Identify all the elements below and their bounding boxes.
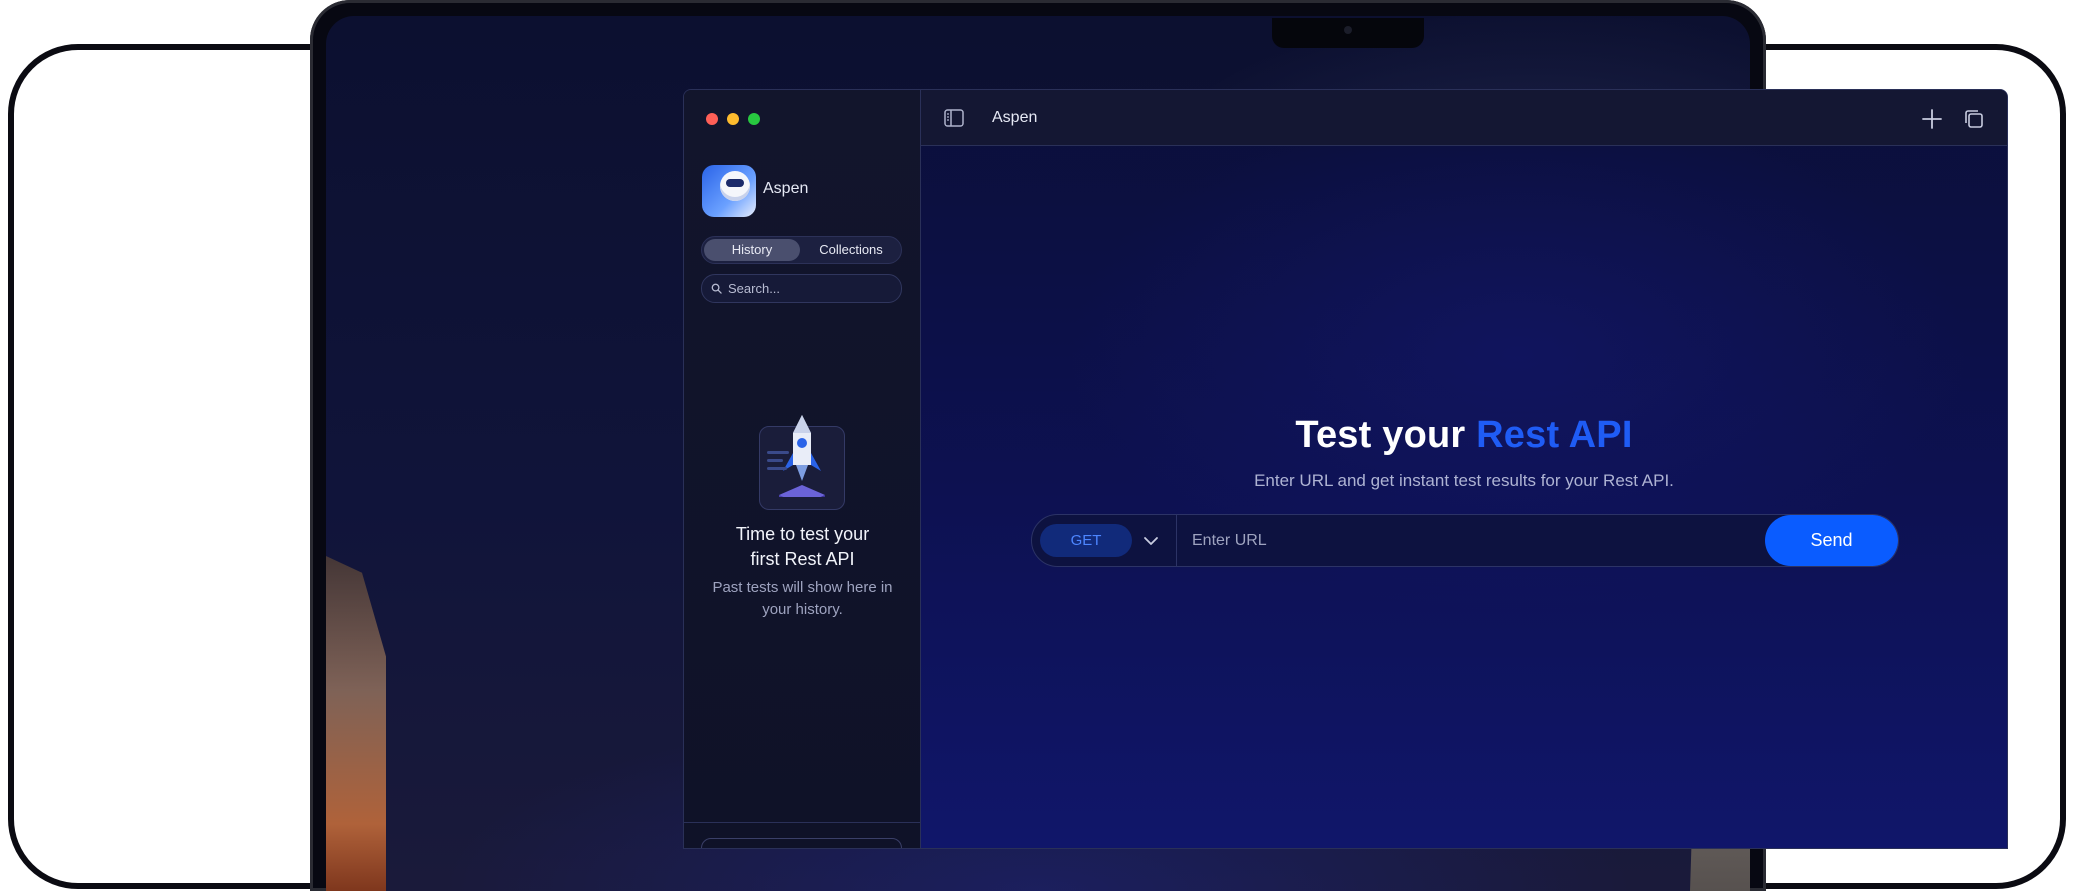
sidebar-tabs: History Collections — [701, 236, 902, 264]
app-logo-icon — [702, 165, 756, 217]
request-bar: GET Send — [1031, 514, 1899, 567]
tab-history[interactable]: History — [704, 239, 800, 261]
hero-title: Test your Rest API — [921, 414, 2007, 457]
zoom-window-button[interactable] — [748, 113, 760, 125]
hero-subtitle: Enter URL and get instant test results f… — [1254, 471, 1674, 490]
empty-state-title: Time to test your first Rest API — [735, 524, 870, 569]
toolbar: Aspen — [921, 90, 2007, 146]
windows-icon[interactable] — [1963, 108, 1985, 130]
empty-state-subtitle: Past tests will show here in your histor… — [712, 579, 893, 618]
minimize-window-button[interactable] — [727, 113, 739, 125]
sidebar-toggle-icon[interactable] — [944, 109, 964, 127]
window-title: Aspen — [992, 109, 1038, 126]
method-divider — [1176, 515, 1177, 566]
main-panel: Aspen Test your Rest API Enter URL and g… — [921, 90, 2007, 848]
method-select[interactable]: GET — [1040, 524, 1132, 557]
tab-collections[interactable]: Collections — [802, 239, 900, 261]
camera-icon — [1344, 26, 1352, 34]
rocket-illustration — [759, 415, 845, 510]
laptop-frame: Aspen History Collections Search... Time… — [310, 0, 2008, 891]
send-button[interactable]: Send — [1765, 515, 1898, 566]
stage: Aspen History Collections Search... Time… — [0, 0, 2076, 891]
sidebar-footer-button[interactable] — [701, 838, 902, 848]
search-icon — [711, 283, 722, 294]
url-input[interactable] — [1192, 515, 1762, 566]
rocket-icon — [767, 415, 825, 497]
search-input[interactable] — [728, 275, 898, 302]
search-box — [701, 274, 902, 303]
sidebar: Aspen History Collections Search... Time… — [684, 90, 921, 848]
wallpaper-rock-left — [326, 556, 386, 891]
plus-icon[interactable] — [1921, 108, 1943, 130]
close-window-button[interactable] — [706, 113, 718, 125]
sidebar-divider — [684, 822, 921, 823]
hero-title-prefix: Test your — [1295, 414, 1477, 456]
chevron-down-icon[interactable] — [1142, 532, 1160, 550]
hero-title-accent: Rest API — [1476, 414, 1633, 456]
app-name: Aspen — [763, 180, 809, 197]
app-window: Aspen History Collections Search... Time… — [683, 89, 2008, 849]
